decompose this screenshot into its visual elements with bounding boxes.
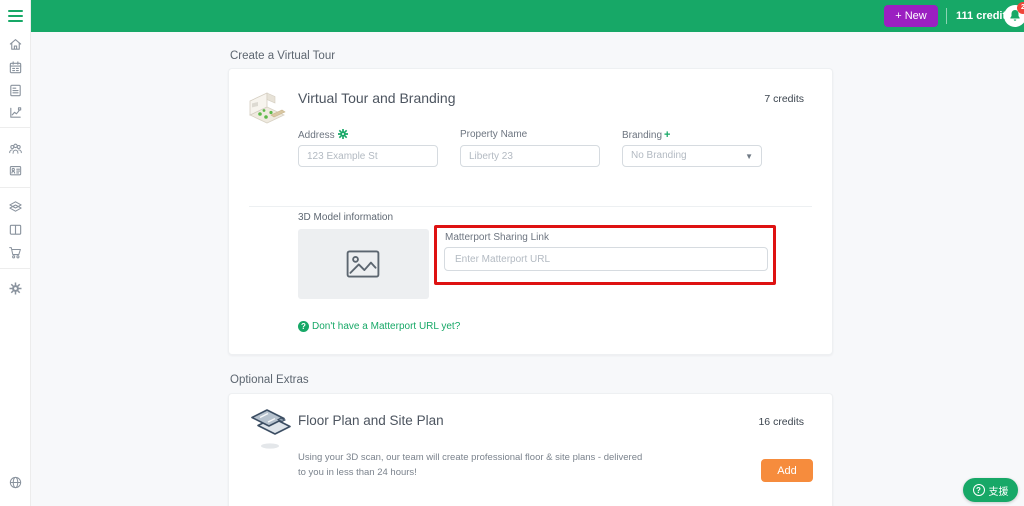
sidebar-item-orders[interactable] <box>8 83 23 98</box>
menu-icon[interactable] <box>8 10 23 22</box>
sidebar-divider <box>0 268 31 269</box>
sidebar-item-analytics[interactable] <box>8 105 23 120</box>
floor-plan-card: Floor Plan and Site Plan 16 credits Usin… <box>228 393 833 506</box>
matterport-label: Matterport Sharing Link <box>445 232 549 243</box>
globe-icon <box>9 476 22 489</box>
sidebar-divider <box>0 127 31 128</box>
sidebar-item-language[interactable] <box>8 475 23 490</box>
matterport-url-input[interactable] <box>444 247 768 271</box>
card-credits: 7 credits <box>764 93 804 105</box>
page-title: Create a Virtual Tour <box>230 50 336 62</box>
card-divider <box>249 206 812 207</box>
support-label: 支援 <box>988 486 1009 498</box>
columns-icon <box>9 224 22 235</box>
calendar-icon <box>9 61 22 74</box>
sidebar-item-cart[interactable] <box>8 245 23 260</box>
app-screen: + New 111 credits 2 AY <box>0 0 1024 506</box>
card-title: Virtual Tour and Branding <box>298 90 456 106</box>
cart-icon <box>9 247 21 259</box>
address-input[interactable] <box>298 145 438 167</box>
support-button[interactable]: ? 支援 <box>963 478 1018 502</box>
model-preview-placeholder <box>298 229 429 299</box>
sidebar-item-home[interactable] <box>8 37 23 52</box>
sidebar-item-calendar[interactable] <box>8 60 23 75</box>
top-header: + New 111 credits 2 AY <box>31 0 1024 32</box>
card-credits: 16 credits <box>758 416 804 428</box>
question-circle-icon: ? <box>298 321 309 332</box>
chevron-down-icon: ▼ <box>745 152 753 161</box>
sidebar-item-catalog[interactable] <box>8 222 23 237</box>
branding-selected-value: No Branding <box>631 150 687 161</box>
document-icon <box>10 84 21 97</box>
sidebar-nav <box>0 0 31 506</box>
address-label: Address <box>298 129 348 141</box>
chart-icon <box>10 107 22 118</box>
header-divider <box>946 8 947 24</box>
question-circle-icon: ? <box>972 484 985 496</box>
virtual-tour-3d-room-icon <box>249 92 286 124</box>
id-card-icon <box>9 166 22 176</box>
add-button[interactable]: Add <box>761 459 813 482</box>
sidebar-divider <box>0 187 31 188</box>
address-gear-icon <box>337 129 348 139</box>
property-name-label: Property Name <box>460 129 528 140</box>
floor-plan-icon <box>251 409 291 449</box>
branding-add-icon[interactable]: + <box>664 129 670 141</box>
matterport-help-link[interactable]: ? Don't have a Matterport URL yet? <box>298 321 460 332</box>
floor-plan-description: Using your 3D scan, our team will create… <box>298 452 643 478</box>
extras-heading: Optional Extras <box>230 374 309 386</box>
sidebar-item-contacts[interactable] <box>8 163 23 178</box>
sidebar-item-3d-models[interactable] <box>8 199 23 214</box>
layers-3d-icon <box>9 201 22 212</box>
image-placeholder-icon <box>346 250 380 278</box>
sidebar-item-team[interactable] <box>8 141 23 156</box>
home-icon <box>9 39 22 50</box>
notification-badge: 2 <box>1017 2 1024 14</box>
property-name-input[interactable] <box>460 145 600 167</box>
branding-label: Branding + <box>622 129 671 141</box>
model-section-label: 3D Model information <box>298 212 394 223</box>
matterport-highlight-box: Matterport Sharing Link <box>434 225 776 285</box>
new-button[interactable]: + New <box>884 5 938 27</box>
gear-icon <box>9 282 22 295</box>
card-title: Floor Plan and Site Plan <box>298 413 444 428</box>
branding-select[interactable]: No Branding ▼ <box>622 145 762 167</box>
notifications-button[interactable]: 2 <box>1004 2 1024 27</box>
help-link-text: Don't have a Matterport URL yet? <box>312 321 461 332</box>
virtual-tour-card: Virtual Tour and Branding 7 credits Addr… <box>228 68 833 355</box>
users-icon <box>9 143 22 154</box>
sidebar-item-settings[interactable] <box>8 281 23 296</box>
